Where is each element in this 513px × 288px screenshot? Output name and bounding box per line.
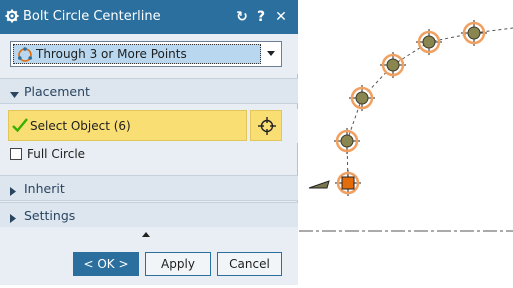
select-object-field[interactable]: Select Object (6) — [8, 110, 247, 141]
checkmark-icon — [12, 117, 28, 136]
select-object-label: Select Object (6) — [30, 119, 131, 133]
dialog-title: Bolt Circle Centerline — [23, 9, 161, 24]
dialog-titlebar[interactable]: Bolt Circle Centerline ↻ ? ✕ — [0, 0, 298, 34]
bolt-circle-centerline-dialog: Bolt Circle Centerline ↻ ? ✕ Through 3 o… — [0, 0, 298, 285]
bolt-hole-marker[interactable] — [334, 128, 360, 154]
ok-button[interactable]: < OK > — [73, 252, 139, 276]
triangle-right-icon — [10, 185, 17, 199]
section-settings-label: Settings — [24, 208, 76, 223]
section-inherit-label: Inherit — [24, 181, 65, 196]
bolt-hole-marker[interactable] — [380, 52, 406, 78]
type-dropdown-value: Through 3 or More Points — [36, 47, 187, 61]
section-inherit-header[interactable]: Inherit — [0, 175, 298, 201]
close-icon[interactable]: ✕ — [272, 8, 290, 26]
select-object-row: Select Object (6) — [0, 109, 298, 143]
triangle-down-icon — [10, 88, 19, 102]
graphics-viewport[interactable] — [230, 0, 513, 285]
collapse-panel-row[interactable] — [0, 227, 298, 243]
type-row: Through 3 or More Points — [0, 34, 298, 74]
full-circle-checkbox[interactable] — [10, 148, 22, 160]
chevron-down-icon[interactable] — [267, 51, 275, 56]
dialog-button-bar: < OK > Apply Cancel — [0, 243, 298, 285]
type-dropdown-selection: Through 3 or More Points — [13, 44, 261, 64]
reset-icon[interactable]: ↻ — [233, 8, 251, 26]
section-settings-header[interactable]: Settings — [0, 202, 298, 228]
triangle-up-icon[interactable] — [142, 232, 150, 237]
full-circle-label: Full Circle — [27, 147, 86, 161]
bolt-hole-marker[interactable] — [349, 85, 375, 111]
circle-points-icon — [17, 47, 33, 66]
cancel-button[interactable]: Cancel — [217, 252, 282, 276]
help-icon[interactable]: ? — [252, 8, 270, 26]
bolt-hole-marker[interactable] — [416, 29, 442, 55]
full-circle-row: Full Circle — [0, 143, 298, 168]
point-dialog-button[interactable] — [250, 110, 282, 141]
gear-icon — [5, 9, 19, 26]
bolt-hole-marker-selected[interactable] — [335, 170, 361, 196]
view-triad-arrow-icon — [308, 180, 330, 189]
type-dropdown[interactable]: Through 3 or More Points — [10, 41, 282, 67]
apply-button[interactable]: Apply — [145, 252, 211, 276]
section-placement-header[interactable]: Placement — [0, 78, 298, 104]
triangle-right-icon — [10, 212, 17, 226]
section-placement-label: Placement — [24, 84, 90, 99]
bolt-hole-marker[interactable] — [461, 20, 487, 46]
